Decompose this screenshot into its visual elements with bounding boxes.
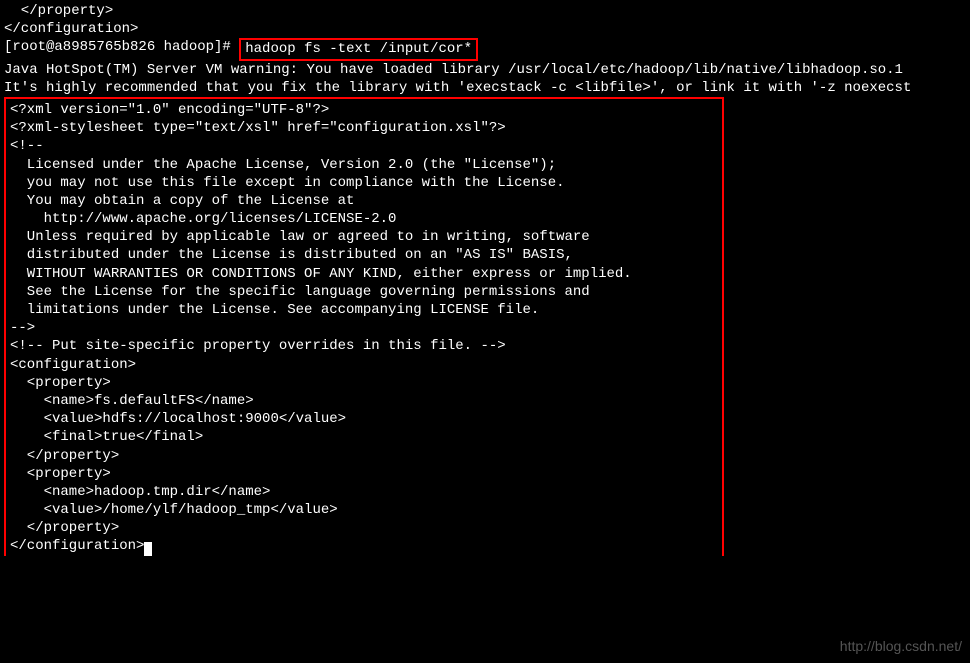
command-highlighted: hadoop fs -text /input/cor* [239, 38, 478, 60]
xml-line: <name>fs.defaultFS</name> [10, 392, 718, 410]
xml-line: <!-- Put site-specific property override… [10, 337, 718, 355]
warning-line: Java HotSpot(TM) Server VM warning: You … [4, 61, 966, 79]
watermark-text: http://blog.csdn.net/ [840, 637, 962, 655]
xml-line: <?xml-stylesheet type="text/xsl" href="c… [10, 119, 718, 137]
xml-line: <property> [10, 374, 718, 392]
warning-line: It's highly recommended that you fix the… [4, 79, 966, 97]
xml-line: <value>hdfs://localhost:9000</value> [10, 410, 718, 428]
xml-line: You may obtain a copy of the License at [10, 192, 718, 210]
xml-line: Licensed under the Apache License, Versi… [10, 156, 718, 174]
xml-line: <!-- [10, 137, 718, 155]
xml-line: <name>hadoop.tmp.dir</name> [10, 483, 718, 501]
xml-line: you may not use this file except in comp… [10, 174, 718, 192]
shell-prompt: [root@a8985765b826 hadoop]# [4, 38, 239, 56]
xml-line: <?xml version="1.0" encoding="UTF-8"?> [10, 101, 718, 119]
xml-line: <property> [10, 465, 718, 483]
terminal-output-line: </configuration> [4, 20, 966, 38]
xml-line: Unless required by applicable law or agr… [10, 228, 718, 246]
terminal-output-line: </property> [4, 2, 966, 20]
xml-line: See the License for the specific languag… [10, 283, 718, 301]
xml-line: <configuration> [10, 356, 718, 374]
xml-line: </property> [10, 447, 718, 465]
xml-line: http://www.apache.org/licenses/LICENSE-2… [10, 210, 718, 228]
xml-line: WITHOUT WARRANTIES OR CONDITIONS OF ANY … [10, 265, 718, 283]
prompt-line[interactable]: [root@a8985765b826 hadoop]# hadoop fs -t… [4, 38, 966, 60]
xml-line: <value>/home/ylf/hadoop_tmp</value> [10, 501, 718, 519]
cursor-icon [144, 542, 152, 556]
xml-line: --> [10, 319, 718, 337]
xml-line: limitations under the License. See accom… [10, 301, 718, 319]
xml-line: </property> [10, 519, 718, 537]
xml-line: </configuration> [10, 537, 718, 555]
xml-line: distributed under the License is distrib… [10, 246, 718, 264]
xml-line: <final>true</final> [10, 428, 718, 446]
command-output-box: <?xml version="1.0" encoding="UTF-8"?> <… [4, 97, 724, 556]
